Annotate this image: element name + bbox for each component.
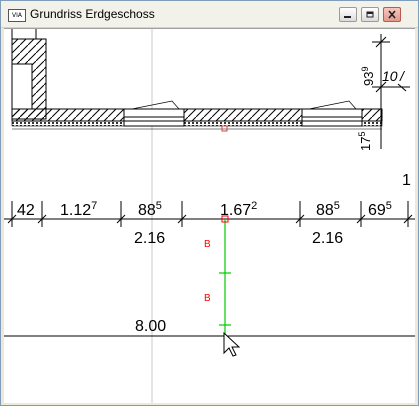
sub-dim-left: 2.16	[134, 230, 165, 247]
top-right-digit: 1	[402, 172, 411, 189]
snap-point-wall	[221, 125, 228, 132]
chain-dim-5: 885	[316, 200, 340, 219]
sub-dim-right: 2.16	[312, 230, 343, 247]
chain-dim-3: 885	[138, 200, 162, 219]
right-dim-lower: 175	[357, 132, 373, 151]
bottom-dimension: 8.00	[135, 318, 166, 335]
right-dim-small: 10	[382, 68, 398, 84]
wall-left	[11, 29, 47, 120]
floor-plan-drawing[interactable]: 939 10 / 175 1 42 1.127 885 1.672 885 69…	[4, 29, 415, 403]
minimize-button[interactable]	[339, 7, 357, 22]
minimize-icon	[344, 16, 351, 18]
marker-b-2: B	[204, 293, 211, 304]
right-dimension-lines	[372, 34, 410, 149]
chain-dim-2: 1.127	[60, 200, 97, 219]
maximize-button[interactable]	[361, 7, 379, 22]
guide-line	[219, 219, 231, 334]
right-dim-slash: /	[399, 68, 406, 84]
chain-dim-1: 42	[17, 202, 35, 219]
marker-b-1: B	[204, 239, 211, 250]
chain-dim-6: 695	[368, 200, 392, 219]
close-icon	[388, 10, 396, 19]
close-button[interactable]	[383, 7, 401, 22]
title-bar[interactable]: VIA Grundriss Erdgeschoss	[1, 1, 418, 28]
drawing-canvas[interactable]: 939 10 / 175 1 42 1.127 885 1.672 885 69…	[4, 28, 415, 403]
window-title: Grundriss Erdgeschoss	[30, 7, 155, 21]
app-icon[interactable]: VIA	[8, 9, 26, 22]
application-window: VIA Grundriss Erdgeschoss 939 10 / 175 1…	[0, 0, 419, 406]
window-opening-1	[123, 100, 185, 127]
right-dim-vertical: 939	[360, 67, 376, 86]
window-opening-2	[301, 100, 363, 127]
maximize-icon	[366, 11, 374, 18]
